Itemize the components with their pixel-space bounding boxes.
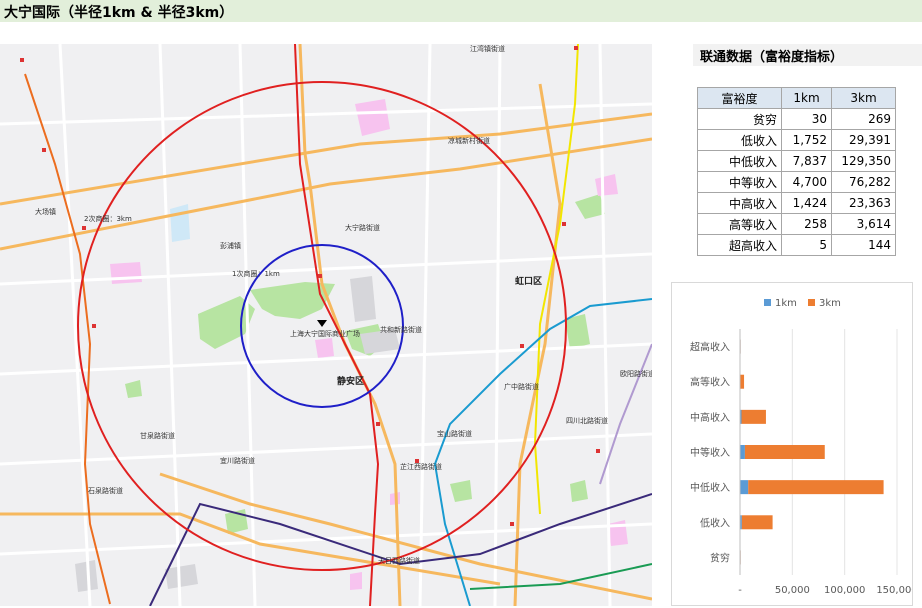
table-row: 中等收入 4,700 76,282 xyxy=(697,171,896,193)
x-tick-label: - xyxy=(738,585,742,596)
bar-3km xyxy=(741,515,773,530)
panel-title: 联通数据（富裕度指标） xyxy=(700,50,844,65)
table-header-cell: 3km xyxy=(831,87,896,109)
table-cell: 中低收入 xyxy=(697,150,782,172)
map-label-sichuanbei: 四川北路街道 xyxy=(566,417,608,425)
legend-label: 1km xyxy=(775,298,797,309)
y-category-label: 高等收入 xyxy=(690,376,730,389)
map-label-ouyang: 欧阳路街道 xyxy=(620,370,652,378)
legend-swatch xyxy=(764,299,771,306)
table-cell: 129,350 xyxy=(831,150,896,172)
map-label-gonghexin: 共和新路街道 xyxy=(380,326,422,334)
table-cell: 1,752 xyxy=(781,129,832,151)
map-canvas xyxy=(0,44,652,606)
map-label-guangzhong: 广中路街道 xyxy=(504,383,539,391)
metro-orange-line xyxy=(24,73,111,605)
map-label-dachang: 大场镇 xyxy=(35,208,56,216)
bar-1km xyxy=(740,480,749,495)
income-bar-chart: - 50,000 100,000 150,000 1km 3km 贫穷 低收入 中低收入 中等收入… xyxy=(671,282,913,606)
table-cell: 76,282 xyxy=(831,171,896,193)
table-cell: 4,700 xyxy=(781,171,832,193)
table-cell: 144 xyxy=(831,234,896,256)
table-row: 高等收入 258 3,614 xyxy=(697,213,896,235)
y-category-label: 中等收入 xyxy=(690,446,730,459)
table-header-cell: 1km xyxy=(781,87,832,109)
map-label-yichuan: 宜川路街道 xyxy=(220,457,255,465)
bar-3km xyxy=(744,445,825,459)
y-category-label: 超高收入 xyxy=(690,341,730,354)
x-tick-label: 150,000 xyxy=(876,585,912,596)
map-label-tianmu: 天目西路街道 xyxy=(378,557,420,565)
map-label-baoshan: 宝山路街道 xyxy=(437,430,472,438)
map-view[interactable]: 江湾镇街道 凉城新村街道 大场镇 2次商圈：3km 彭浦镇 大宁路街道 1次商圈… xyxy=(0,44,652,606)
table-cell: 1,424 xyxy=(781,192,832,214)
table-cell: 中高收入 xyxy=(697,192,782,214)
map-label-plaza: 上海大宁国际商业广场 xyxy=(290,330,360,338)
table-header-cell: 富裕度 xyxy=(697,87,782,109)
map-label-pengpu: 彭浦镇 xyxy=(220,242,241,250)
map-label-ring1: 1次商圈：1km xyxy=(232,270,280,278)
bar-1km xyxy=(740,445,745,459)
table-cell: 高等收入 xyxy=(697,213,782,235)
legend-label: 3km xyxy=(819,298,841,309)
table-cell: 贫穷 xyxy=(697,108,782,130)
bar-3km xyxy=(741,409,766,424)
table-row: 低收入 1,752 29,391 xyxy=(697,129,896,151)
table-cell: 258 xyxy=(781,213,832,235)
location-pin-icon[interactable] xyxy=(317,320,327,327)
y-category-label: 低收入 xyxy=(700,516,730,529)
map-label-daning-street: 大宁路街道 xyxy=(345,224,380,232)
bar-3km xyxy=(748,480,884,495)
map-label-jiangwan: 江湾镇街道 xyxy=(470,45,505,53)
expressways xyxy=(0,44,652,606)
x-tick-label: 50,000 xyxy=(775,585,810,596)
map-label-ganquan: 甘泉路街道 xyxy=(140,432,175,440)
table-cell: 3,614 xyxy=(831,213,896,235)
table-cell: 中等收入 xyxy=(697,171,782,193)
map-label-hongkou: 虹口区 xyxy=(515,277,543,287)
map-label-liangcheng: 凉城新村街道 xyxy=(448,137,490,145)
y-category-label: 中高收入 xyxy=(690,411,730,424)
table-row: 超高收入 5 144 xyxy=(697,234,896,256)
y-category-label: 贫穷 xyxy=(710,551,730,564)
map-label-ring2: 2次商圈：3km xyxy=(84,215,132,223)
table-cell: 30 xyxy=(781,108,832,130)
table-header-row: 富裕度 1km 3km xyxy=(697,87,896,109)
page-title: 大宁国际（半径1km & 半径3km） xyxy=(4,5,234,21)
table-row: 中高收入 1,424 23,363 xyxy=(697,192,896,214)
map-label-jingan: 静安区 xyxy=(337,377,365,387)
header-bar: 大宁国际（半径1km & 半径3km） xyxy=(0,0,922,22)
chart-canvas: - 50,000 100,000 150,000 1km 3km 贫穷 低收入 中低收入 中等收入… xyxy=(690,298,912,596)
table-cell: 269 xyxy=(831,108,896,130)
table-cell: 23,363 xyxy=(831,192,896,214)
table-cell: 29,391 xyxy=(831,129,896,151)
bar-3km xyxy=(740,374,745,389)
y-category-label: 中低收入 xyxy=(690,481,730,494)
legend-swatch xyxy=(808,299,815,306)
x-tick-label: 100,000 xyxy=(824,585,865,596)
table-row: 贫穷 30 269 xyxy=(697,108,896,130)
wealth-table: 富裕度 1km 3km 贫穷 30 269 低收入 1,752 29,391 中… xyxy=(697,87,896,256)
map-label-zhijiang: 芷江西路街道 xyxy=(400,463,442,471)
table-row: 中低收入 7,837 129,350 xyxy=(697,150,896,172)
table-cell: 7,837 xyxy=(781,150,832,172)
table-cell: 超高收入 xyxy=(697,234,782,256)
table-cell: 低收入 xyxy=(697,129,782,151)
table-cell: 5 xyxy=(781,234,832,256)
map-label-shiquan: 石泉路街道 xyxy=(88,487,123,495)
